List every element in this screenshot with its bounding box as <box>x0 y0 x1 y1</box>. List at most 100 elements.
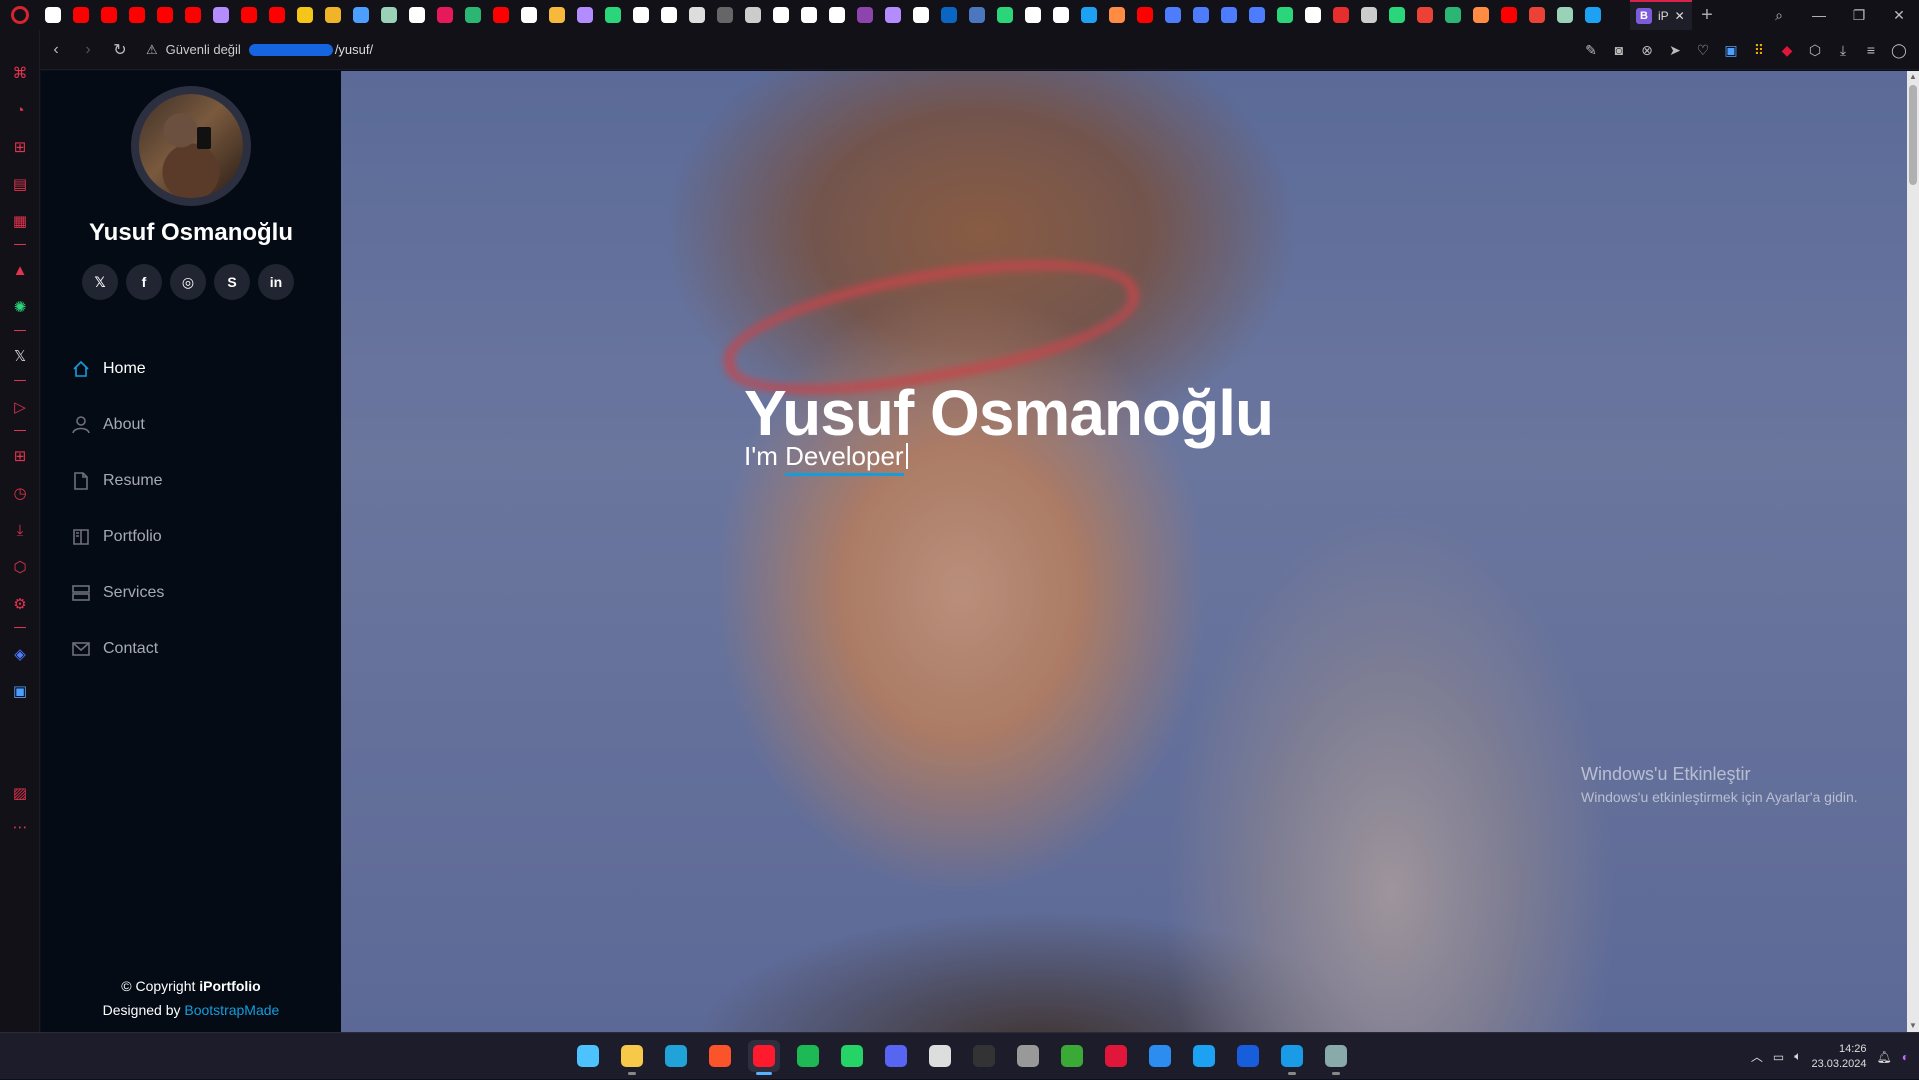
edge-icon[interactable] <box>660 1040 692 1072</box>
ublock-icon[interactable]: ◆ <box>1777 34 1797 66</box>
app-store-icon[interactable] <box>1144 1040 1176 1072</box>
speedometer-icon[interactable]: ◔ <box>10 100 30 120</box>
pinned-tab[interactable] <box>658 4 680 26</box>
profile-icon[interactable]: ◯ <box>1889 34 1909 66</box>
pinned-tab[interactable] <box>126 4 148 26</box>
heart-icon[interactable]: ♡ <box>1693 34 1713 66</box>
scroll-up-arrow[interactable]: ▲ <box>1907 71 1919 83</box>
image-icon[interactable]: ▨ <box>10 783 30 803</box>
shield-icon[interactable]: ⊗ <box>1637 34 1657 66</box>
amd-icon[interactable] <box>1100 1040 1132 1072</box>
extensions-sidebar-icon[interactable]: ⬡ <box>10 557 30 577</box>
pinned-tab[interactable] <box>1470 4 1492 26</box>
instagram-icon[interactable]: ◎ <box>170 264 206 300</box>
onedrive-icon[interactable] <box>1276 1040 1308 1075</box>
notification-bell-icon[interactable]: 🔔︎ <box>1877 1050 1892 1064</box>
settings-icon[interactable]: ⚙ <box>10 594 30 614</box>
bitwarden-sidebar-icon[interactable]: ◈ <box>10 644 30 664</box>
pinned-tab[interactable] <box>1162 4 1184 26</box>
pinned-tab[interactable] <box>154 4 176 26</box>
pinned-tab[interactable] <box>350 4 372 26</box>
workspaces-icon[interactable]: ⊞ <box>10 446 30 466</box>
volume-icon[interactable]: 🔈︎ <box>1794 1049 1801 1064</box>
terminal-icon[interactable] <box>968 1040 1000 1072</box>
chevron-up-icon[interactable]: ︿ <box>1751 1048 1763 1065</box>
unity-icon[interactable] <box>1012 1040 1044 1072</box>
pinned-tab[interactable] <box>770 4 792 26</box>
gamepad-icon[interactable]: ⌘ <box>10 63 30 83</box>
facebook-icon[interactable]: f <box>126 264 162 300</box>
pinned-tab[interactable] <box>574 4 596 26</box>
pinned-tab[interactable] <box>210 4 232 26</box>
page-scrollbar[interactable]: ▲ ▼ <box>1907 71 1919 1032</box>
twitter-icon[interactable]: 𝕏 <box>82 264 118 300</box>
start-icon[interactable] <box>572 1040 604 1072</box>
translate-icon[interactable]: ▣ <box>1721 34 1741 66</box>
pinned-tab[interactable] <box>1246 4 1268 26</box>
pinned-tab[interactable] <box>1274 4 1296 26</box>
discord-icon[interactable] <box>880 1040 912 1072</box>
pinned-tab[interactable] <box>1218 4 1240 26</box>
pinned-tab[interactable] <box>1386 4 1408 26</box>
close-tab-icon[interactable]: ✕ <box>1675 9 1685 23</box>
pinned-tab[interactable] <box>1106 4 1128 26</box>
pinned-tab[interactable] <box>1302 4 1324 26</box>
active-tab[interactable]: B iP ✕ <box>1630 0 1692 30</box>
nav-item-home[interactable]: Home <box>71 341 311 397</box>
twitter-app-icon[interactable] <box>1188 1040 1220 1072</box>
scroll-down-arrow[interactable]: ▼ <box>1907 1020 1919 1032</box>
pinned-tab[interactable] <box>1554 4 1576 26</box>
pinned-tab[interactable] <box>490 4 512 26</box>
send-icon[interactable]: ➤ <box>1665 34 1685 66</box>
designer-link[interactable]: BootstrapMade <box>184 1002 279 1018</box>
aria-icon[interactable]: ▲ <box>10 260 30 280</box>
minimize-button[interactable]: — <box>1799 0 1839 30</box>
network-icon[interactable]: ▭ <box>1773 1050 1784 1064</box>
apps-grid-icon[interactable]: ⠿ <box>1749 34 1769 66</box>
pinned-tab[interactable] <box>1330 4 1352 26</box>
pinned-tab[interactable] <box>742 4 764 26</box>
downloads-icon[interactable]: ⤓ <box>10 520 30 540</box>
pinned-tab[interactable] <box>1078 4 1100 26</box>
pinned-tab[interactable] <box>70 4 92 26</box>
opera-menu-icon[interactable] <box>0 0 40 30</box>
download-icon[interactable]: ⤓ <box>1833 34 1853 66</box>
nav-item-services[interactable]: Services <box>71 565 311 621</box>
pinned-tab[interactable] <box>966 4 988 26</box>
bag-icon[interactable]: ⊞ <box>10 137 30 157</box>
pinned-tab[interactable] <box>1414 4 1436 26</box>
pinned-tab[interactable] <box>518 4 540 26</box>
brave-icon[interactable] <box>704 1040 736 1072</box>
pinned-tab[interactable] <box>882 4 904 26</box>
pinned-tab[interactable] <box>714 4 736 26</box>
close-window-button[interactable]: ✕ <box>1879 0 1919 30</box>
pinned-tab[interactable] <box>994 4 1016 26</box>
copilot-icon[interactable]: ◐ <box>1902 1050 1909 1064</box>
pinned-tab[interactable] <box>1134 4 1156 26</box>
restore-button[interactable]: ❐ <box>1839 0 1879 30</box>
nav-item-contact[interactable]: Contact <box>71 621 311 677</box>
reload-button[interactable]: ↻ <box>104 34 136 66</box>
pinned-tab[interactable] <box>546 4 568 26</box>
nav-item-resume[interactable]: Resume <box>71 453 311 509</box>
pinned-tab[interactable] <box>406 4 428 26</box>
easy-setup-icon[interactable]: ≡ <box>1861 34 1881 66</box>
extensions-icon[interactable]: ⬡ <box>1805 34 1825 66</box>
bitwarden-icon[interactable] <box>1232 1040 1264 1072</box>
translate-sidebar-icon[interactable]: ▣ <box>10 681 30 701</box>
pinned-tab[interactable] <box>910 4 932 26</box>
site-owner-name[interactable]: Yusuf Osmanoğlu <box>41 219 341 247</box>
pinned-tab[interactable] <box>602 4 624 26</box>
file-explorer-icon[interactable] <box>616 1040 648 1075</box>
x-icon[interactable]: 𝕏 <box>10 346 30 366</box>
camera-icon[interactable]: ◙ <box>1609 34 1629 66</box>
photos-icon[interactable] <box>1320 1040 1352 1075</box>
minecraft-icon[interactable] <box>1056 1040 1088 1072</box>
twitch-icon[interactable]: ▤ <box>10 174 30 194</box>
pinned-tab[interactable] <box>1050 4 1072 26</box>
whatsapp-icon[interactable] <box>836 1040 868 1072</box>
skype-icon[interactable]: S <box>214 264 250 300</box>
pinned-tab[interactable] <box>322 4 344 26</box>
pinned-tab[interactable] <box>938 4 960 26</box>
forward-button[interactable]: › <box>72 34 104 66</box>
